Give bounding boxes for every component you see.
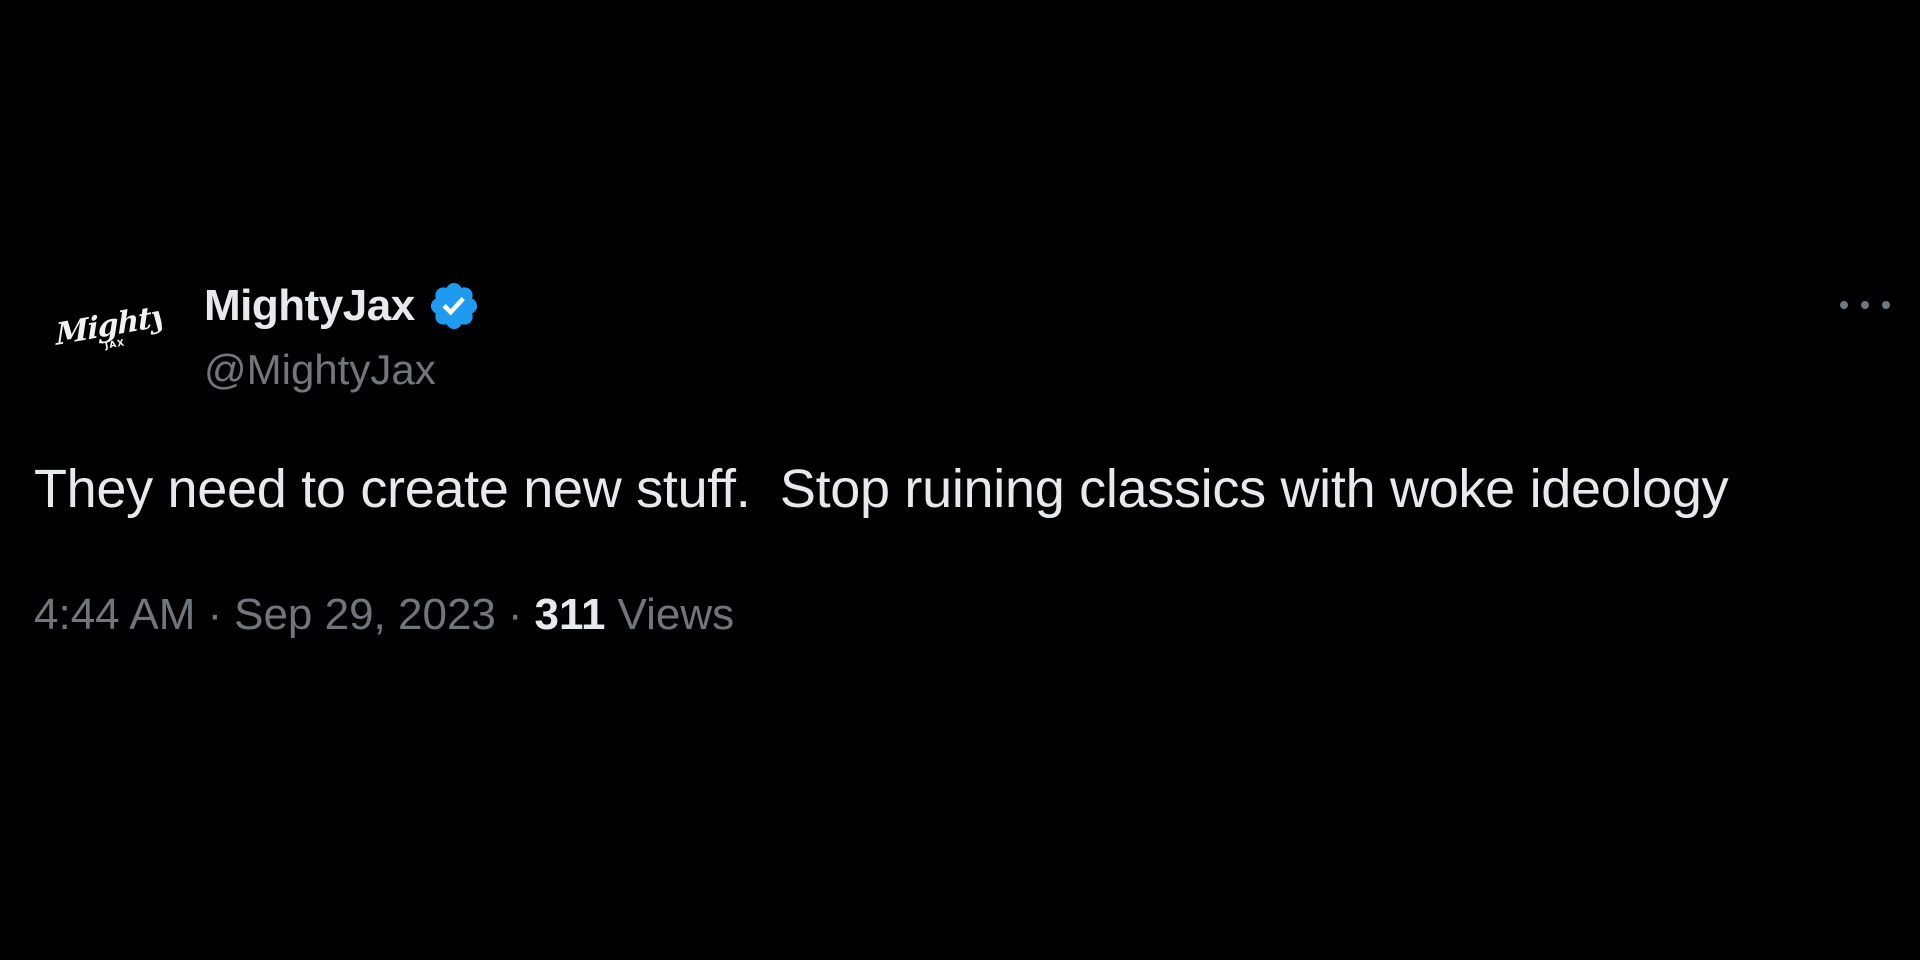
tweet-text: They need to create new stuff. Stop ruin… [34, 459, 1729, 519]
avatar-logo: Mighty JAX [45, 298, 162, 360]
more-dot [1861, 301, 1869, 309]
tweet-date[interactable]: Sep 29, 2023 [234, 590, 496, 640]
meta-separator: · [507, 590, 523, 639]
more-dot [1840, 301, 1848, 309]
avatar[interactable]: Mighty JAX [38, 268, 162, 392]
views-count[interactable]: 311 [535, 590, 606, 640]
more-dot [1882, 301, 1890, 309]
author-handle[interactable]: @MightyJax [204, 346, 436, 394]
display-name[interactable]: MightyJax [204, 281, 415, 331]
author-name-row[interactable]: MightyJax [204, 278, 481, 334]
tweet-card: Mighty JAX MightyJax @MightyJax They nee… [0, 0, 1920, 960]
meta-separator: · [207, 590, 223, 639]
views-label[interactable]: Views [618, 590, 735, 640]
verified-badge-icon [427, 279, 481, 333]
more-horizontal-icon[interactable] [1840, 290, 1890, 320]
avatar-logo-subtext: JAX [104, 338, 126, 352]
tweet-time[interactable]: 4:44 AM [34, 590, 195, 640]
tweet-meta: 4:44 AM · Sep 29, 2023 · 311 Views [34, 590, 734, 640]
